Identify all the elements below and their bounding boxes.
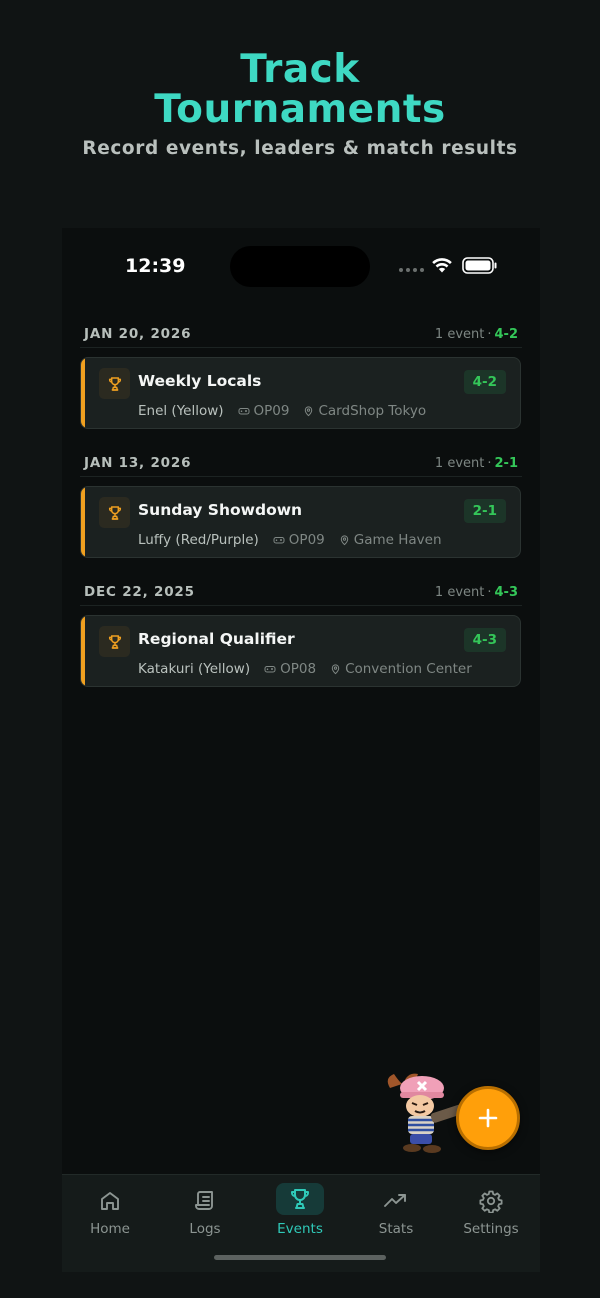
tab-logs[interactable]: Logs — [157, 1175, 253, 1245]
event-card[interactable]: Regional Qualifier 4-3 Katakuri (Yellow)… — [80, 615, 521, 687]
event-record-badge: 4-3 — [463, 628, 506, 652]
home-indicator — [214, 1255, 386, 1260]
promo-banner: Track Tournaments Record events, leaders… — [0, 0, 600, 230]
group-date: DEC 22, 2025 — [84, 584, 195, 600]
date-group-header: JAN 20, 2026 1 event · 4-2 — [84, 322, 518, 346]
tab-settings[interactable]: Settings — [443, 1175, 539, 1245]
event-leader: Katakuri (Yellow) — [138, 661, 251, 677]
event-leader: Enel (Yellow) — [138, 403, 224, 419]
group-divider — [80, 605, 522, 606]
event-meta: Luffy (Red/Purple) OP09 Game Haven — [138, 532, 442, 548]
trophy-icon — [99, 626, 130, 657]
event-card[interactable]: Weekly Locals 4-2 Enel (Yellow) OP09 Car… — [80, 357, 521, 429]
mascot-illustration — [387, 1073, 465, 1153]
group-date: JAN 13, 2026 — [84, 455, 192, 471]
event-card-accent — [81, 616, 85, 686]
event-card[interactable]: Sunday Showdown 2-1 Luffy (Red/Purple) O… — [80, 486, 521, 558]
event-set-label: OP09 — [253, 403, 290, 419]
status-time: 12:39 — [125, 255, 186, 277]
event-record-badge: 4-2 — [463, 370, 506, 394]
promo-title: Track Tournaments — [0, 50, 600, 130]
tab-label: Home — [90, 1221, 130, 1237]
gamepad-icon — [273, 537, 285, 544]
trophy-icon — [99, 497, 130, 528]
phone-screen: 12:39 JAN 20, 2026 1 event · 4-2 Weekly Lo… — [62, 228, 540, 1272]
group-summary-separator: · — [487, 455, 492, 471]
promo-subtitle: Record events, leaders & match results — [82, 138, 518, 159]
add-event-button[interactable] — [456, 1086, 520, 1150]
tab-label: Stats — [378, 1221, 414, 1237]
trophy-icon — [276, 1183, 324, 1215]
group-divider — [80, 476, 522, 477]
event-name: Weekly Locals — [138, 372, 262, 390]
event-location: CardShop Tokyo — [303, 403, 426, 419]
location-pin-icon — [331, 664, 340, 675]
tab-label: Logs — [189, 1221, 221, 1237]
event-location: Game Haven — [339, 532, 442, 548]
gear-icon — [477, 1187, 505, 1215]
event-location-label: Convention Center — [345, 661, 472, 677]
event-set-label: OP09 — [288, 532, 325, 548]
tab-label: Settings — [463, 1221, 519, 1237]
event-card-accent — [81, 358, 85, 428]
trend-up-icon — [382, 1187, 410, 1215]
group-summary-separator: · — [487, 584, 492, 600]
group-summary-separator: · — [487, 326, 492, 342]
event-set-label: OP08 — [280, 661, 317, 677]
group-event-count: 1 event — [434, 455, 485, 471]
group-record: 4-2 — [494, 326, 519, 342]
group-summary: 1 event · 4-2 — [435, 327, 518, 342]
trophy-icon — [99, 368, 130, 399]
gamepad-icon — [238, 408, 250, 415]
event-location-label: Game Haven — [353, 532, 442, 548]
event-location-label: CardShop Tokyo — [318, 403, 427, 419]
event-set: OP09 — [238, 403, 290, 419]
group-event-count: 1 event — [434, 584, 485, 600]
battery-icon — [462, 257, 497, 274]
group-record: 4-3 — [494, 584, 519, 600]
promo-title-line-1: Track — [240, 47, 360, 92]
scroll-icon — [191, 1187, 219, 1215]
group-summary: 1 event · 2-1 — [435, 456, 518, 471]
event-name: Regional Qualifier — [138, 630, 295, 648]
group-record: 2-1 — [494, 455, 519, 471]
tab-stats[interactable]: Stats — [348, 1175, 444, 1245]
tab-events[interactable]: Events — [252, 1175, 348, 1245]
group-date: JAN 20, 2026 — [84, 326, 192, 342]
promo-title-line-2: Tournaments — [154, 87, 446, 132]
group-summary: 1 event · 4-3 — [435, 585, 518, 600]
plus-icon — [478, 1108, 498, 1128]
event-meta: Katakuri (Yellow) OP08 Convention Center — [138, 661, 472, 677]
event-set: OP09 — [273, 532, 325, 548]
date-group-header: DEC 22, 2025 1 event · 4-3 — [84, 580, 518, 604]
cellular-signal-icon — [399, 268, 424, 272]
event-meta: Enel (Yellow) OP09 CardShop Tokyo — [138, 403, 426, 419]
event-record-badge: 2-1 — [463, 499, 506, 523]
event-set: OP08 — [264, 661, 316, 677]
group-divider — [80, 347, 522, 348]
tab-home[interactable]: Home — [62, 1175, 158, 1245]
dynamic-island — [230, 246, 370, 287]
gamepad-icon — [264, 666, 276, 673]
location-pin-icon — [340, 535, 348, 546]
group-event-count: 1 event — [434, 326, 485, 342]
event-name: Sunday Showdown — [138, 501, 303, 519]
event-leader: Luffy (Red/Purple) — [138, 532, 259, 548]
wifi-icon — [432, 258, 452, 273]
event-card-accent — [81, 487, 85, 557]
location-pin-icon — [305, 406, 313, 417]
date-group-header: JAN 13, 2026 1 event · 2-1 — [84, 451, 518, 475]
home-icon — [96, 1187, 124, 1215]
tab-label: Events — [277, 1221, 323, 1237]
event-location: Convention Center — [330, 661, 472, 677]
